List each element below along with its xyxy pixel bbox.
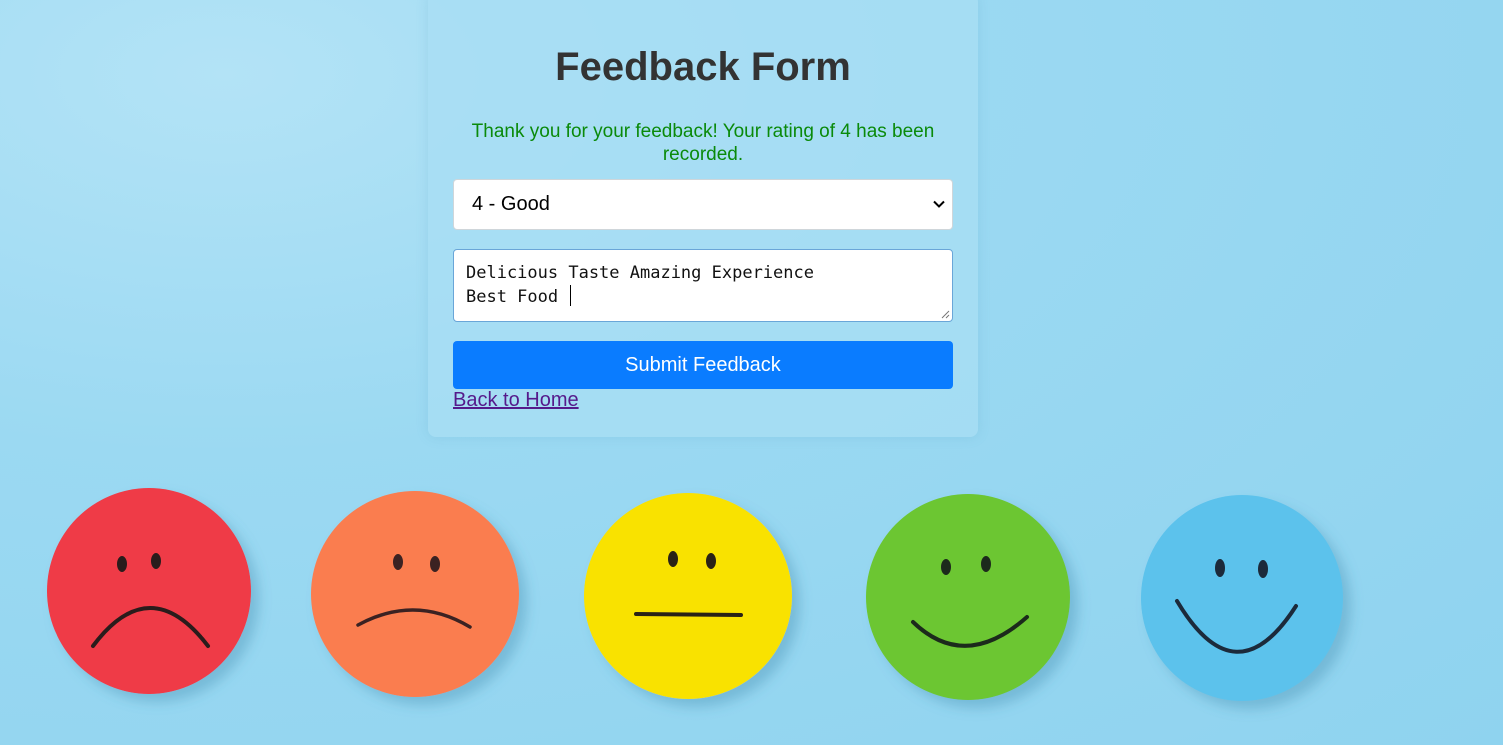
feedback-text-line-2: Best Food	[466, 285, 940, 309]
back-to-home-link[interactable]: Back to Home	[453, 388, 579, 412]
feedback-text-line-1: Delicious Taste Amazing Experience	[466, 263, 814, 283]
page-title: Feedback Form	[555, 45, 851, 89]
happy-face-icon	[866, 494, 1070, 700]
feedback-form-card: Feedback Form Thank you for your feedbac…	[428, 0, 978, 437]
rating-select-value: 4 - Good	[472, 193, 550, 215]
very-sad-face-icon	[47, 488, 251, 694]
feedback-textarea[interactable]: Delicious Taste Amazing Experience Best …	[453, 249, 953, 322]
submit-feedback-button[interactable]: Submit Feedback	[453, 341, 953, 389]
text-caret	[570, 285, 572, 306]
feedback-text-line-2-content: Best Food	[466, 287, 569, 307]
resize-grip-icon[interactable]	[941, 310, 950, 319]
chevron-down-icon	[933, 200, 945, 208]
neutral-face-icon	[584, 493, 792, 699]
success-message: Thank you for your feedback! Your rating…	[471, 121, 935, 165]
rating-select[interactable]: 4 - Good	[453, 179, 953, 230]
sad-face-icon	[311, 491, 519, 697]
very-happy-face-icon	[1141, 495, 1343, 701]
